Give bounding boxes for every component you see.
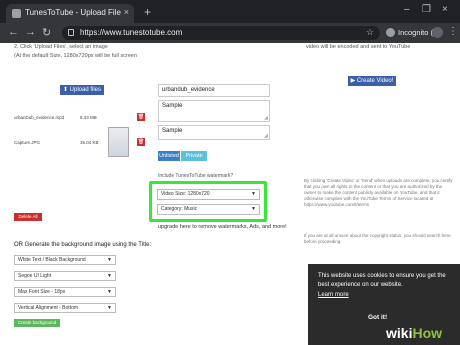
forward-arrow-icon[interactable]: → bbox=[25, 26, 36, 38]
alignment-select[interactable]: Vertical Alignment - Bottom ▼ bbox=[14, 303, 116, 313]
browser-tabstrip: TunesToTube - Upload Files - Li... × + –… bbox=[0, 0, 460, 23]
resize-handle-icon[interactable]: ◢ bbox=[264, 115, 268, 121]
description-textarea[interactable]: Sample ◢ bbox=[158, 100, 270, 122]
limit-text: (At the default Size, 1280x720px will be… bbox=[14, 53, 137, 59]
step-text: 2. Click 'Upload Files', select an image bbox=[14, 44, 108, 50]
file-name: Capture.JPG bbox=[14, 140, 41, 145]
highlight-box bbox=[149, 181, 267, 222]
lock-icon bbox=[68, 29, 74, 36]
delete-file-button[interactable]: 🗑 bbox=[137, 138, 145, 146]
dropdown-caret-icon: ▼ bbox=[107, 257, 112, 263]
font-size-select[interactable]: Max Font Size - 18px ▼ bbox=[14, 287, 116, 297]
profile-avatar[interactable] bbox=[432, 27, 443, 38]
delete-file-button[interactable]: 🗑 bbox=[137, 113, 145, 121]
file-name: urbanDub_evidence.mp3 bbox=[14, 115, 65, 120]
file-size: 35.04 KB bbox=[80, 140, 99, 145]
page-content: 2. Click 'Upload Files', select an image… bbox=[0, 43, 460, 345]
encode-text: video will be encoded and sent to YouTub… bbox=[306, 44, 411, 50]
learn-more-link[interactable]: Learn more bbox=[318, 292, 349, 298]
star-icon[interactable]: ☆ bbox=[366, 27, 374, 38]
back-arrow-icon[interactable]: ← bbox=[8, 26, 19, 38]
image-thumbnail bbox=[108, 127, 129, 157]
menu-dots-icon[interactable]: ⋮ bbox=[448, 26, 458, 37]
tab-title: TunesToTube - Upload Files - Li... bbox=[25, 8, 121, 17]
resize-handle-icon[interactable]: ◢ bbox=[264, 133, 268, 139]
incognito-icon bbox=[386, 28, 395, 37]
dropdown-caret-icon: ▼ bbox=[107, 273, 112, 279]
dropdown-caret-icon: ▼ bbox=[107, 305, 112, 311]
dropdown-caret-icon: ▼ bbox=[107, 289, 112, 295]
favicon-icon bbox=[12, 9, 21, 18]
maximize-button[interactable]: ❐ bbox=[422, 4, 431, 15]
create-background-button[interactable]: Create background image bbox=[14, 319, 60, 333]
close-window-button[interactable]: × bbox=[442, 4, 448, 15]
generate-heading: OR Generate the background image using t… bbox=[14, 242, 152, 248]
trash-icon: 🗑 bbox=[137, 139, 145, 145]
toggle-unlisted[interactable]: Unlisted bbox=[158, 151, 180, 161]
address-bar[interactable]: https://www.tunestotube.com ☆ bbox=[62, 26, 380, 40]
upload-icon: ⬆ bbox=[62, 87, 70, 93]
watermark-question: Include TunesToTube watermark? bbox=[158, 173, 234, 179]
wikihow-watermark: wikiHow bbox=[386, 325, 443, 341]
file-size: 8.43 MB bbox=[80, 115, 97, 120]
new-tab-button[interactable]: + bbox=[144, 5, 151, 19]
toggle-private[interactable]: Private bbox=[181, 151, 207, 161]
url-text: https://www.tunestotube.com bbox=[80, 28, 183, 37]
delete-all-button[interactable]: Delete All bbox=[14, 213, 42, 221]
title-input[interactable]: urbandub_evidence bbox=[158, 84, 270, 97]
upload-files-button[interactable]: ⬆ Upload files bbox=[60, 85, 104, 95]
trash-icon: 🗑 bbox=[137, 114, 145, 120]
reload-icon[interactable]: ↻ bbox=[42, 26, 51, 39]
browser-tab[interactable]: TunesToTube - Upload Files - Li... × bbox=[6, 4, 134, 23]
legal-text: By clicking 'Create Video' or 'Send' whe… bbox=[304, 178, 453, 207]
font-select[interactable]: Segoe UI Light ▼ bbox=[14, 271, 116, 281]
text-color-select[interactable]: White Text / Black Background ▼ bbox=[14, 255, 116, 265]
got-it-button[interactable]: Got it! bbox=[368, 314, 387, 321]
upgrade-link[interactable]: upgrade here to remove watermarks, Ads, … bbox=[158, 224, 287, 230]
tags-input[interactable]: Sample ◢ bbox=[158, 125, 270, 140]
cookie-text: This website uses cookies to ensure you … bbox=[318, 273, 446, 288]
minimize-button[interactable]: – bbox=[404, 4, 410, 15]
tab-close-icon[interactable]: × bbox=[124, 7, 129, 17]
note-text: If you are at all unsure about the copyr… bbox=[304, 233, 451, 244]
create-video-button[interactable]: ▶ Create Video! bbox=[348, 76, 396, 86]
browser-toolbar: ← → ↻ https://www.tunestotube.com ☆ Inco… bbox=[0, 23, 460, 43]
